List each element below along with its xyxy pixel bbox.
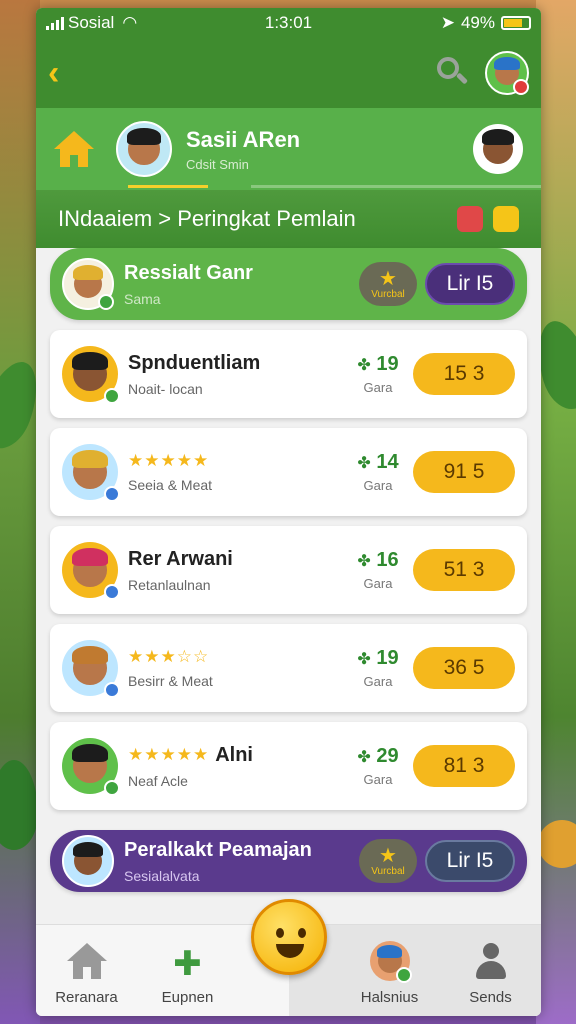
background-left [0,0,40,1024]
score-label: Gara [363,380,393,395]
phone-screen: Sosial ◠ 1:3:01 ➤ 49% ‹ Sasii ARen Cdsit… [36,8,541,1016]
points-button[interactable]: 36 5 [413,647,515,689]
player-avatar [62,738,120,796]
puzzle-icon: ✚ [173,945,202,983]
player-avatar [62,258,114,310]
level-button[interactable]: Lir I5 [425,263,515,305]
score-label: Gara [363,576,393,591]
list-item[interactable]: ★★★☆☆ Besirr & Meat ✤ 19 Gara 36 5 [50,624,527,712]
player-avatar [62,640,120,698]
user-avatar[interactable] [485,51,529,95]
home-icon [66,941,107,981]
clover-icon: ✤ [357,749,371,766]
player-subtitle: Besirr & Meat [128,673,213,689]
player-name: Alni [215,743,253,766]
tab-label: Sends [469,989,512,1006]
player-subtitle: Neaf Acle [128,772,188,789]
list-item[interactable]: ★★★★★ Alni Neaf Acle ✤ 29 Gara 81 3 [50,722,527,810]
back-button[interactable]: ‹ [48,54,88,93]
score-label: Gara [363,478,393,493]
clover-icon: ✤ [357,553,371,570]
points-button[interactable]: 15 3 [413,353,515,395]
score-label: Gara [363,772,393,787]
points-button[interactable]: 81 3 [413,745,515,787]
battery-icon [501,16,531,30]
person-icon [474,943,508,981]
chest-icon[interactable] [493,206,519,232]
tab-reranara[interactable]: Reranara [36,925,137,1016]
background-right [536,0,576,1024]
tab-emoji[interactable] [238,899,339,1016]
character-icon [369,941,412,983]
tab-label: Eupnen [161,989,214,1006]
top-bar: ‹ [36,38,541,108]
star-icon: ★ [379,844,397,867]
player-score: 29 [376,745,399,767]
medal-label: Vurcbal [371,288,405,300]
star-icon: ★ [379,267,397,290]
bottom-player-row[interactable]: Peralkakt Peamajan Sesialalvata ★ Vurcba… [50,830,527,892]
active-indicator [128,185,208,188]
medal-label: Vurcbal [371,865,405,877]
current-player-row[interactable]: Ressialt Ganr Sama ★ Vurcbal Lir I5 [50,248,527,320]
player-name: Spnduentliam [128,351,261,374]
clover-icon: ✤ [357,651,371,668]
player-avatar [62,835,114,887]
player-subtitle: Retanlaulnan [128,576,211,593]
list-item[interactable]: Rer Arwani Retanlaulnan ✤ 16 Gara 51 3 [50,526,527,614]
player-subtitle: Seeia & Meat [128,477,213,493]
player-subtitle: Sama [124,290,161,307]
profile-subtitle: Cdsit Smin [186,156,249,172]
tab-halsnius[interactable]: Halsnius [339,925,440,1016]
points-button[interactable]: 91 5 [413,451,515,493]
profile-bar: Sasii ARen Cdsit Smin [36,108,541,190]
points-button[interactable]: 51 3 [413,549,515,591]
player-score: 14 [376,451,399,473]
tab-sends[interactable]: Sends [440,925,541,1016]
player-score: 19 [376,647,399,669]
medal-badge: ★ Vurcbal [359,839,417,883]
player-avatar [62,346,120,404]
player-name: Ressialt Ganr [124,261,253,284]
clock: 1:3:01 [264,13,313,32]
player-subtitle: Noait- locan [128,380,203,397]
player-score: 16 [376,549,399,571]
player-avatar [62,444,120,502]
player-name: Rer Arwani [128,547,233,570]
star-rating: ★★★★★ [128,745,210,764]
player-subtitle: Sesialalvata [124,867,200,884]
tab-eupnen[interactable]: ✚ Eupnen [137,925,238,1016]
player-score: 19 [376,353,399,375]
bottom-tab-bar: Reranara ✚ Eupnen Halsnius Sends [36,899,541,1016]
player-avatar [62,542,120,600]
list-item[interactable]: Spnduentliam Noait- locan ✤ 19 Gara 15 3 [50,330,527,418]
tab-label: Halsnius [360,989,419,1006]
breadcrumb: INdaaiem > Peringkat Pemlain [36,190,541,248]
divider [251,185,541,188]
gift-icon[interactable] [457,206,483,232]
tab-label: Reranara [55,989,118,1006]
search-icon[interactable] [435,55,471,91]
leaderboard-list: Ressialt Ganr Sama ★ Vurcbal Lir I5 Spnd… [36,248,541,892]
star-rating: ★★★☆☆ [128,647,210,666]
profile-name: Sasii ARen [186,126,301,152]
player-name: Peralkakt Peamajan [124,838,312,861]
friend-avatar[interactable] [473,124,523,174]
clover-icon: ✤ [357,357,371,374]
breadcrumb-text[interactable]: INdaaiem > Peringkat Pemlain [58,206,356,232]
level-button[interactable]: Lir I5 [425,840,515,882]
profile-avatar[interactable] [116,121,172,177]
medal-badge: ★ Vurcbal [359,262,417,306]
score-label: Gara [363,674,393,689]
star-rating: ★★★★★ [128,451,210,470]
list-item[interactable]: ★★★★★ Seeia & Meat ✤ 14 Gara 91 5 [50,428,527,516]
clover-icon: ✤ [357,455,371,472]
status-bar: Sosial ◠ 1:3:01 ➤ 49% [36,8,541,38]
smiley-icon[interactable] [250,899,327,975]
home-icon[interactable] [54,129,94,169]
